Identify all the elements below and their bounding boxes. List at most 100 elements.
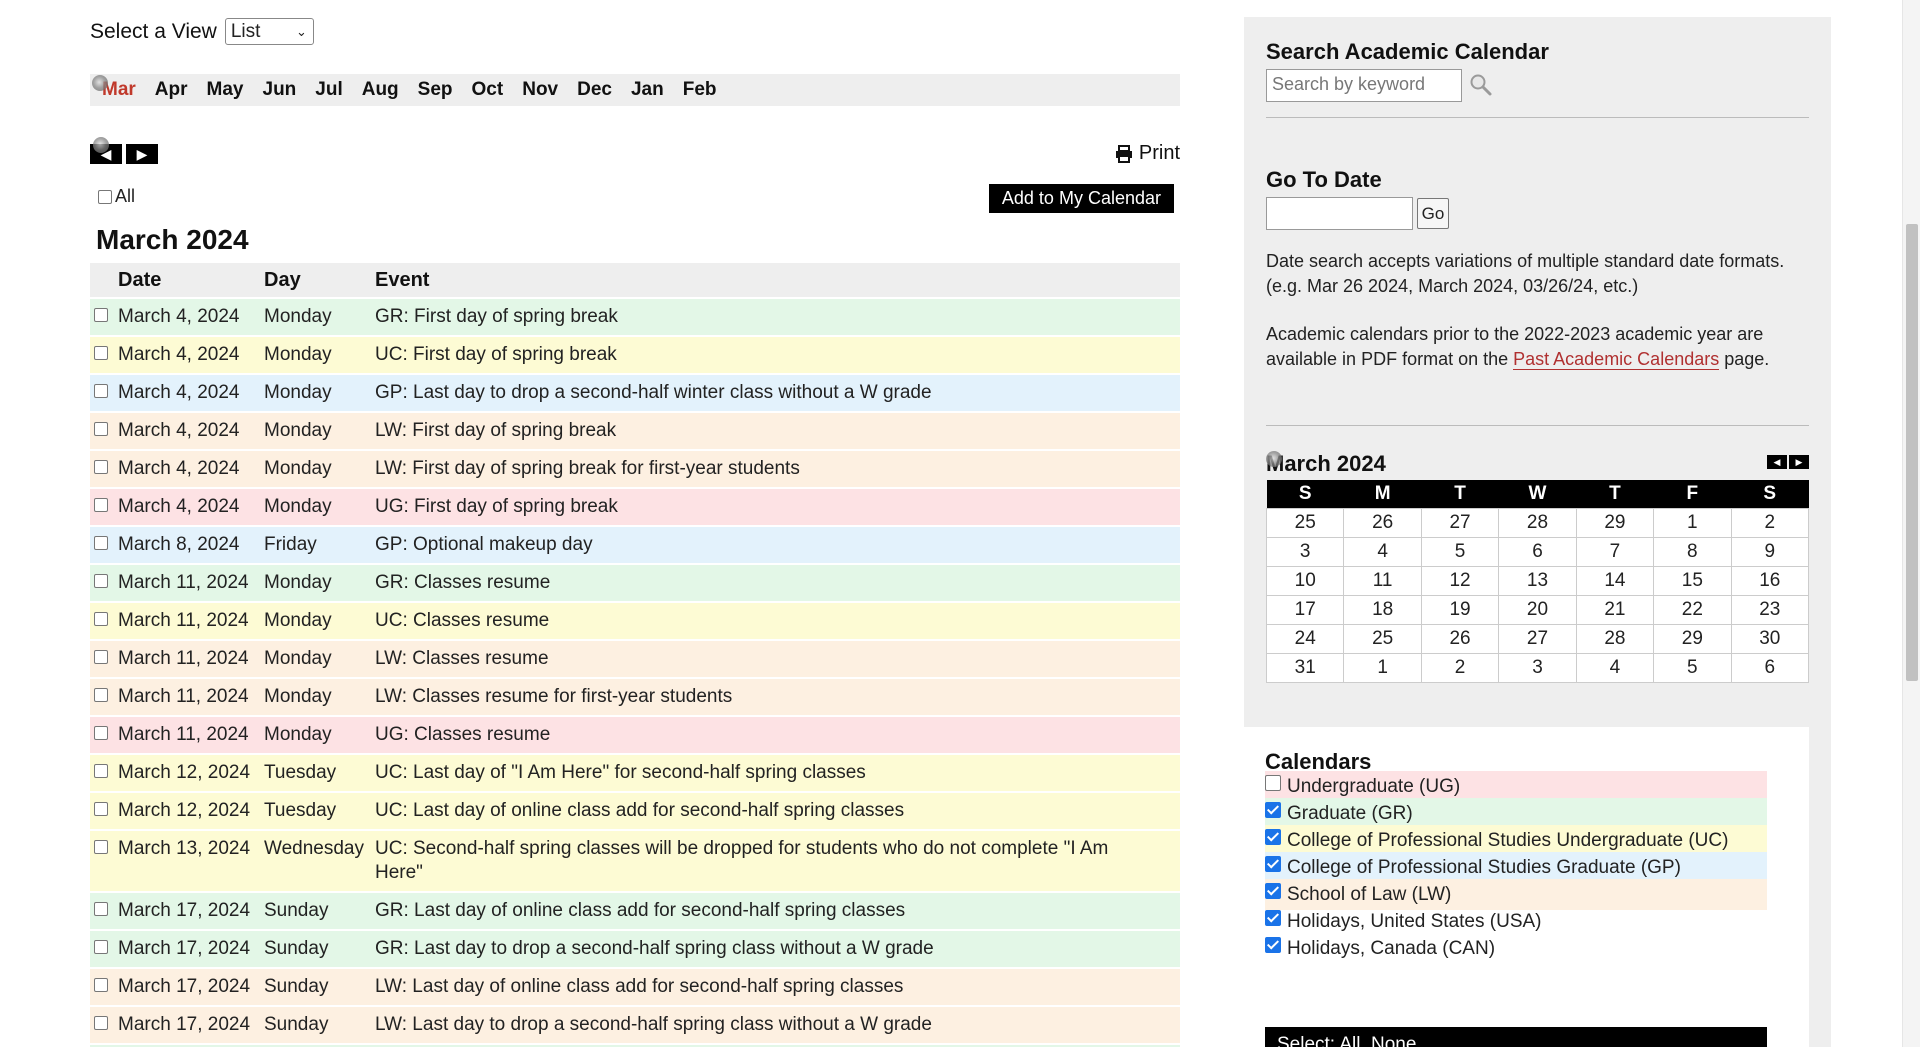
calendar-filter-checkbox[interactable] [1265,882,1281,899]
goto-date-input[interactable] [1266,197,1413,230]
month-tab-sep[interactable]: Sep [418,79,453,101]
mini-calendar-day[interactable]: 16 [1730,565,1810,596]
mini-calendar-day[interactable]: 20 [1498,594,1577,625]
calendar-filter-checkbox[interactable] [1265,855,1281,872]
add-to-calendar-button[interactable]: Add to My Calendar [988,184,1174,213]
calendar-filter-checkbox[interactable] [1265,828,1281,845]
mini-calendar-day[interactable]: 18 [1343,594,1422,625]
month-tab-feb[interactable]: Feb [683,79,717,101]
event-checkbox[interactable] [94,978,108,992]
month-tab-oct[interactable]: Oct [472,79,504,101]
mini-calendar-day[interactable]: 28 [1575,623,1655,654]
search-icon[interactable] [1469,73,1493,97]
past-calendars-link[interactable]: Past Academic Calendars [1513,349,1720,370]
search-input[interactable]: Search by keyword [1266,69,1462,102]
next-month-button[interactable]: ▶ [126,144,158,164]
month-tab-jul[interactable]: Jul [315,79,342,101]
table-row: March 4, 2024 Monday GP: Last day to drop … [90,373,1180,411]
mini-calendar-day[interactable]: 15 [1653,565,1732,596]
mini-calendar-day[interactable]: 21 [1575,594,1655,625]
mini-calendar-day[interactable]: 5 [1420,536,1500,567]
mini-calendar-day[interactable]: 5 [1653,652,1732,683]
month-tab-jan[interactable]: Jan [631,79,664,101]
table-row: March 4, 2024 Monday UC: First day of spri… [90,335,1180,373]
mini-calendar-day[interactable]: 27 [1498,623,1577,654]
mini-calendar-day[interactable]: 2 [1420,652,1500,683]
mini-calendar-day[interactable]: 13 [1498,565,1577,596]
event-checkbox[interactable] [94,764,108,778]
month-tab-nov[interactable]: Nov [522,79,558,101]
mini-calendar-day[interactable]: 25 [1265,507,1345,538]
scrollbar[interactable] [1902,0,1920,1047]
event-checkbox[interactable] [94,346,108,360]
event-checkbox[interactable] [94,384,108,398]
mini-calendar-day[interactable]: 30 [1730,623,1810,654]
mini-calendar-day[interactable]: 3 [1498,652,1577,683]
event-checkbox[interactable] [94,536,108,550]
mini-next-button[interactable]: ▶ [1789,455,1809,469]
select-all-none-bar[interactable]: Select: All, None [1265,1027,1767,1047]
mini-calendar-day[interactable]: 25 [1343,623,1422,654]
month-tab-dec[interactable]: Dec [577,79,612,101]
mini-calendar-day[interactable]: 8 [1653,536,1732,567]
event-checkbox[interactable] [94,498,108,512]
event-checkbox[interactable] [94,726,108,740]
view-select[interactable]: List ⌄ [224,18,314,45]
date-help-text: Date search accepts variations of multip… [1266,251,1785,296]
mini-calendar-day[interactable]: 17 [1265,594,1345,625]
event-checkbox[interactable] [94,460,108,474]
mini-calendar-day[interactable]: 12 [1420,565,1500,596]
mini-calendar-day[interactable]: 23 [1730,594,1810,625]
mini-calendar-day[interactable]: 26 [1420,623,1500,654]
event-checkbox[interactable] [94,308,108,322]
mini-calendar-day[interactable]: 6 [1730,652,1810,683]
calendar-filter-checkbox[interactable] [1265,801,1281,818]
event-checkbox[interactable] [94,840,108,854]
mini-calendar-day[interactable]: 4 [1575,652,1655,683]
scrollbar-thumb[interactable] [1906,224,1918,681]
mini-calendar-day[interactable]: 29 [1653,623,1732,654]
event-checkbox[interactable] [94,650,108,664]
calendar-filter-checkbox[interactable] [1265,909,1281,926]
event-checkbox[interactable] [94,1016,108,1030]
event-checkbox[interactable] [94,574,108,588]
mini-calendar-day[interactable]: 19 [1420,594,1500,625]
mini-calendar-day[interactable]: 28 [1498,507,1577,538]
mini-calendar-day[interactable]: 2 [1730,507,1810,538]
mini-calendar-day[interactable]: 4 [1343,536,1422,567]
mini-calendar-day[interactable]: 1 [1653,507,1732,538]
mini-calendar-day[interactable]: 24 [1265,623,1345,654]
event-checkbox[interactable] [94,940,108,954]
event-checkbox[interactable] [94,802,108,816]
mini-calendar-day[interactable]: 7 [1575,536,1655,567]
mini-calendar-day[interactable]: 6 [1498,536,1577,567]
go-button[interactable]: Go [1417,198,1449,229]
month-tab-may[interactable]: May [207,79,244,101]
month-tab-apr[interactable]: Apr [155,79,188,101]
mini-calendar-day[interactable]: 26 [1343,507,1422,538]
mini-calendar-day[interactable]: 1 [1343,652,1422,683]
mini-calendar-day[interactable]: 3 [1265,536,1345,567]
mini-calendar-day[interactable]: 14 [1575,565,1655,596]
month-tab-jun[interactable]: Jun [263,79,297,101]
mini-calendar-day[interactable]: 27 [1420,507,1500,538]
select-all-checkbox[interactable] [98,189,112,204]
event-title: LW: Last day of online class add for sec… [375,976,904,997]
print-button[interactable]: Print [1115,142,1180,165]
calendar-filter-checkbox[interactable] [1265,936,1281,953]
event-checkbox[interactable] [94,902,108,916]
mini-prev-button[interactable]: ◀ [1767,455,1787,469]
mini-calendar-day[interactable]: 11 [1343,565,1422,596]
month-tab-aug[interactable]: Aug [362,79,399,101]
mini-calendar-day[interactable]: 31 [1265,652,1345,683]
calendar-filter-item[interactable]: Holidays, Canada (CAN) [1265,933,1767,964]
calendar-filter-checkbox[interactable] [1265,774,1281,791]
event-checkbox[interactable] [94,612,108,626]
mini-calendar-day[interactable]: 29 [1575,507,1655,538]
mini-calendar-day[interactable]: 22 [1653,594,1732,625]
mini-calendar-day[interactable]: 10 [1265,565,1345,596]
mini-calendar-day[interactable]: 9 [1730,536,1810,567]
mini-calendar-title: March 2024 [1266,451,1386,476]
event-checkbox[interactable] [94,422,108,436]
event-checkbox[interactable] [94,688,108,702]
